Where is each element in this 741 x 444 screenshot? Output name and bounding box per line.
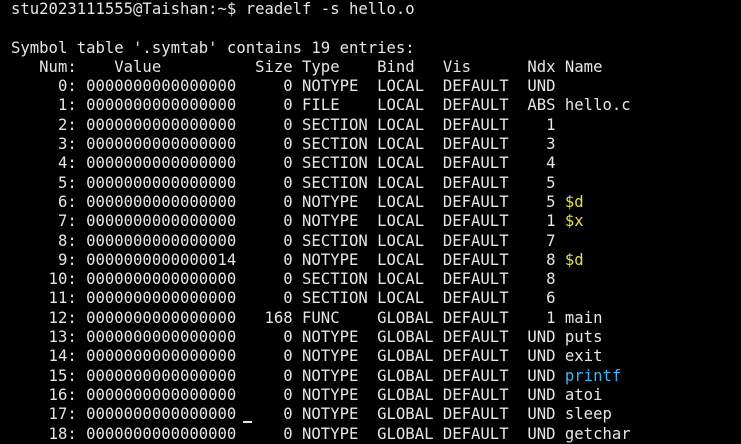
symtab-row-fields: 18: 0000000000000000 0 NOTYPE GLOBAL DEF… (11, 424, 565, 443)
symbol-name: atoi (564, 385, 603, 404)
symtab-row-fields: 3: 0000000000000000 0 SECTION LOCAL DEFA… (11, 135, 565, 154)
symbol-name: hello.c (564, 96, 631, 115)
symtab-row-fields: 11: 0000000000000000 0 SECTION LOCAL DEF… (11, 289, 565, 308)
symtab-row: 2: 0000000000000000 0 SECTION LOCAL DEFA… (11, 116, 741, 135)
command-prompt-line: stu2023111555@Taishan:~$ readelf -s hell… (11, 0, 415, 18)
symtab-row: 3: 0000000000000000 0 SECTION LOCAL DEFA… (11, 135, 741, 154)
symbol-name: $x (564, 212, 584, 231)
symtab-row-fields: 14: 0000000000000000 0 NOTYPE GLOBAL DEF… (11, 347, 565, 366)
symtab-row: 16: 0000000000000000 0 NOTYPE GLOBAL DEF… (11, 386, 741, 405)
symtab-row-fields: 8: 0000000000000000 0 SECTION LOCAL DEFA… (11, 231, 565, 250)
terminal-cursor (243, 421, 252, 423)
symtab-row-fields: 6: 0000000000000000 0 NOTYPE LOCAL DEFAU… (11, 192, 565, 211)
symbol-name: getchar (564, 424, 631, 443)
symtab-row: 7: 0000000000000000 0 NOTYPE LOCAL DEFAU… (11, 212, 741, 231)
symtab-summary: Symbol table '.symtab' contains 19 entri… (11, 38, 415, 57)
symtab-row: 14: 0000000000000000 0 NOTYPE GLOBAL DEF… (11, 347, 741, 366)
symtab-row-fields: 0: 0000000000000000 0 NOTYPE LOCAL DEFAU… (11, 77, 565, 96)
symbol-name: printf (564, 366, 622, 385)
symtab-row-fields: 12: 0000000000000000 168 FUNC GLOBAL DEF… (11, 308, 565, 327)
symtab-row-fields: 1: 0000000000000000 0 FILE LOCAL DEFAULT… (11, 96, 565, 115)
symbol-name: $d (564, 192, 584, 211)
symtab-row: 4: 0000000000000000 0 SECTION LOCAL DEFA… (11, 154, 741, 173)
symbol-name: $d (564, 250, 584, 269)
symtab-row: 10: 0000000000000000 0 SECTION LOCAL DEF… (11, 270, 741, 289)
symtab-row-fields: 9: 0000000000000014 0 NOTYPE LOCAL DEFAU… (11, 250, 565, 269)
symtab-row-fields: 2: 0000000000000000 0 SECTION LOCAL DEFA… (11, 115, 565, 134)
symtab-row: 8: 0000000000000000 0 SECTION LOCAL DEFA… (11, 232, 741, 251)
symtab-row: 11: 0000000000000000 0 SECTION LOCAL DEF… (11, 289, 741, 308)
symtab-row-fields: 10: 0000000000000000 0 SECTION LOCAL DEF… (11, 270, 565, 289)
symbol-name: puts (564, 328, 603, 347)
symtab-row: 6: 0000000000000000 0 NOTYPE LOCAL DEFAU… (11, 193, 741, 212)
symtab-row: 0: 0000000000000000 0 NOTYPE LOCAL DEFAU… (11, 77, 741, 96)
symtab-row-fields: 5: 0000000000000000 0 SECTION LOCAL DEFA… (11, 173, 565, 192)
symtab-row: 18: 0000000000000000 0 NOTYPE GLOBAL DEF… (11, 425, 741, 444)
symtab-rows: 0: 0000000000000000 0 NOTYPE LOCAL DEFAU… (11, 77, 741, 444)
symtab-header: Num: Value Size Type Bind Vis Ndx Name (11, 57, 603, 76)
symbol-name: sleep (564, 405, 612, 424)
symtab-row: 15: 0000000000000000 0 NOTYPE GLOBAL DEF… (11, 367, 741, 386)
symtab-row-fields: 17: 0000000000000000 0 NOTYPE GLOBAL DEF… (11, 405, 565, 424)
symtab-row: 12: 0000000000000000 168 FUNC GLOBAL DEF… (11, 309, 741, 328)
symtab-row: 5: 0000000000000000 0 SECTION LOCAL DEFA… (11, 174, 741, 193)
symtab-row: 17: 0000000000000000 0 NOTYPE GLOBAL DEF… (11, 405, 741, 424)
symtab-row-fields: 15: 0000000000000000 0 NOTYPE GLOBAL DEF… (11, 366, 565, 385)
symtab-row-fields: 4: 0000000000000000 0 SECTION LOCAL DEFA… (11, 154, 565, 173)
symtab-row-fields: 13: 0000000000000000 0 NOTYPE GLOBAL DEF… (11, 328, 565, 347)
symbol-name: main (564, 308, 603, 327)
symtab-row: 13: 0000000000000000 0 NOTYPE GLOBAL DEF… (11, 328, 741, 347)
symbol-name: exit (564, 347, 603, 366)
symtab-row-fields: 16: 0000000000000000 0 NOTYPE GLOBAL DEF… (11, 385, 565, 404)
symtab-row: 1: 0000000000000000 0 FILE LOCAL DEFAULT… (11, 96, 741, 115)
symtab-row: 9: 0000000000000014 0 NOTYPE LOCAL DEFAU… (11, 251, 741, 270)
symtab-row-fields: 7: 0000000000000000 0 NOTYPE LOCAL DEFAU… (11, 212, 565, 231)
terminal-window[interactable]: stu2023111555@Taishan:~$ readelf -s hell… (0, 0, 741, 443)
